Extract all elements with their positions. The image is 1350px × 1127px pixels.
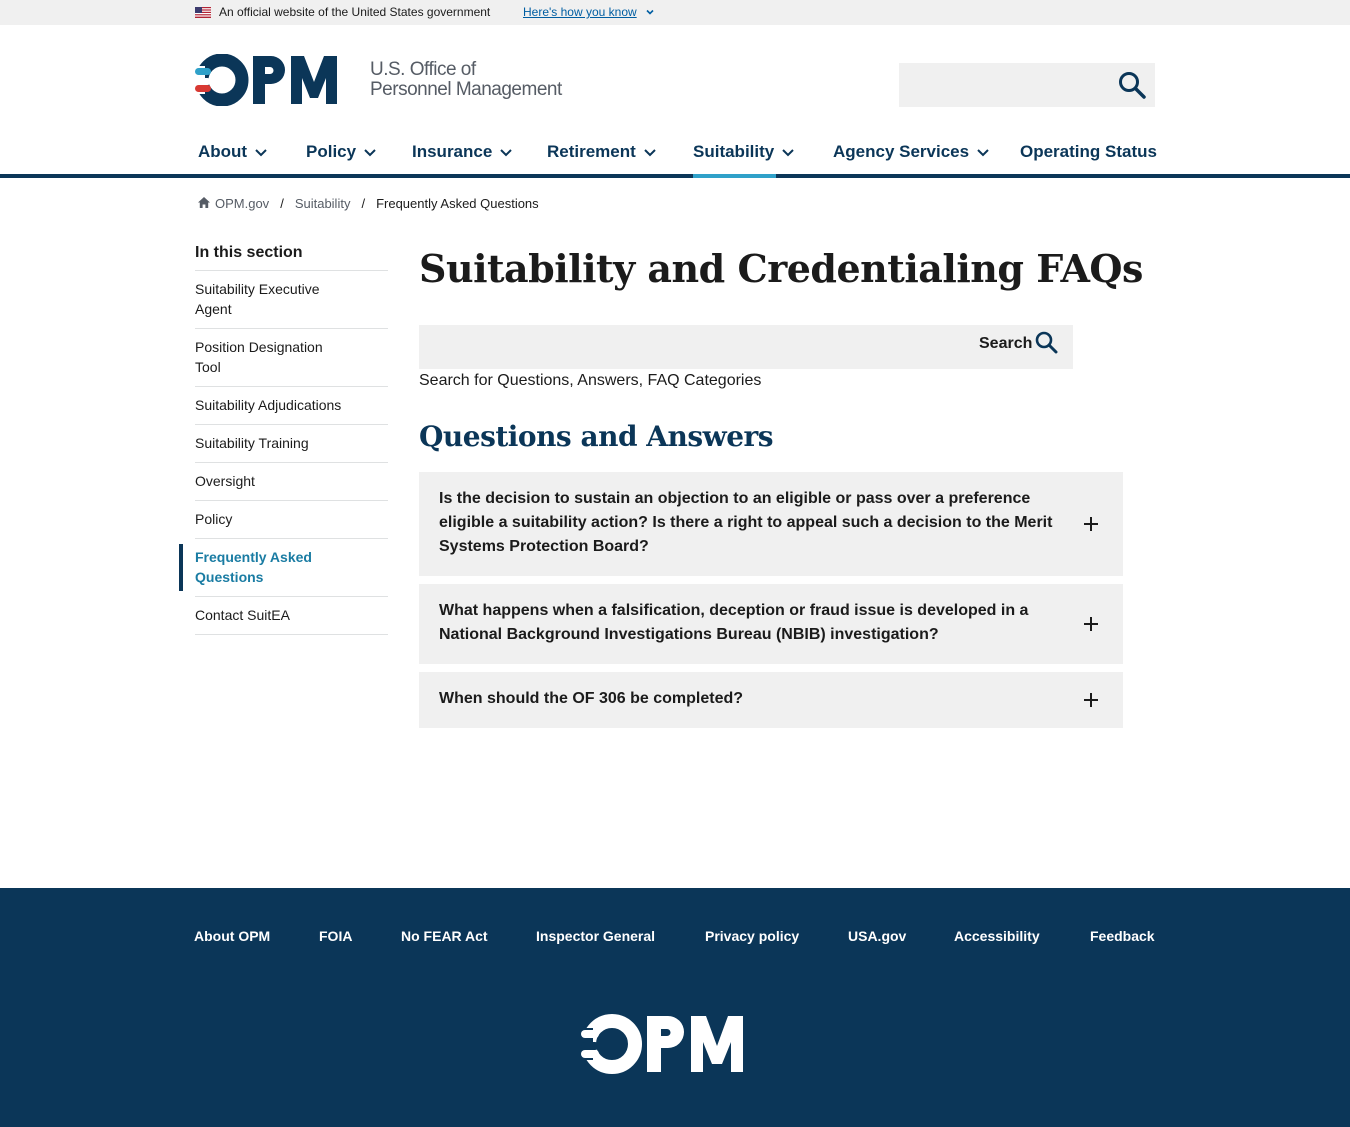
us-flag-icon (195, 7, 211, 18)
search-icon[interactable] (1117, 70, 1147, 100)
nav-item-retirement[interactable]: Retirement (547, 142, 656, 178)
search-icon (1036, 331, 1058, 354)
footer-link-usagov[interactable]: USA.gov (848, 928, 906, 944)
sidenav-item-faq[interactable]: Frequently Asked Questions (179, 539, 388, 597)
nav-item-label: Policy (306, 142, 357, 161)
sidenav-item-adjudications[interactable]: Suitability Adjudications (195, 387, 388, 425)
main-nav: About Policy Insurance Retirement Suitab… (0, 128, 1350, 178)
faq-search-button[interactable]: Search (979, 331, 1058, 354)
sidenav-item-executive-agent[interactable]: Suitability Executive Agent (195, 271, 388, 329)
sidenav-item-oversight[interactable]: Oversight (195, 463, 388, 501)
breadcrumb-separator: / (280, 196, 284, 211)
faq-search-hint: Search for Questions, Answers, FAQ Categ… (419, 372, 762, 389)
faq-question: When should the OF 306 be completed? (439, 690, 744, 707)
footer-link-no-fear[interactable]: No FEAR Act (401, 928, 488, 944)
opm-footer-logo[interactable] (581, 1014, 763, 1074)
nav-item-suitability[interactable]: Suitability (693, 142, 794, 178)
opm-logo[interactable] (195, 54, 355, 106)
footer-link-accessibility[interactable]: Accessibility (954, 928, 1040, 944)
nav-item-insurance[interactable]: Insurance (412, 142, 513, 178)
faq-accordion-item[interactable]: What happens when a falsification, decep… (419, 584, 1123, 664)
nav-item-label: Retirement (547, 142, 636, 161)
chevron-down-icon (644, 148, 656, 156)
home-icon (198, 197, 210, 208)
page-title: Suitability and Credentialing FAQs (419, 246, 1143, 291)
logo-line-2: Personnel Management (370, 79, 562, 100)
nav-item-label: Agency Services (833, 142, 970, 161)
chevron-down-icon (255, 148, 267, 156)
faq-question: Is the decision to sustain an objection … (439, 490, 1053, 555)
nav-item-operating-status[interactable]: Operating Status (1020, 142, 1157, 178)
footer-link-about[interactable]: About OPM (194, 928, 270, 944)
breadcrumb-home-link[interactable]: OPM.gov (215, 196, 269, 211)
official-website-text: An official website of the United States… (219, 5, 491, 19)
chevron-down-icon (500, 148, 513, 156)
faq-search-input[interactable] (419, 325, 1073, 369)
faq-question: What happens when a falsification, decep… (439, 602, 1029, 643)
footer: About OPM FOIA No FEAR Act Inspector Gen… (0, 888, 1350, 1127)
breadcrumb-suitability-link[interactable]: Suitability (295, 196, 351, 211)
faq-search-label: Search (979, 335, 1033, 353)
plus-icon[interactable] (1083, 516, 1099, 532)
footer-link-inspector-general[interactable]: Inspector General (536, 928, 655, 944)
sidenav-item-contact[interactable]: Contact SuitEA (195, 597, 388, 635)
nav-item-label: Suitability (693, 142, 775, 161)
breadcrumb-separator: / (361, 196, 366, 211)
plus-icon[interactable] (1083, 616, 1099, 632)
plus-icon[interactable] (1083, 692, 1099, 708)
chevron-down-icon[interactable] (645, 7, 655, 17)
footer-link-privacy[interactable]: Privacy policy (705, 928, 799, 944)
qa-heading: Questions and Answers (419, 420, 774, 453)
chevron-down-icon (364, 148, 376, 156)
nav-item-label: Insurance (412, 142, 493, 161)
chevron-down-icon (782, 148, 794, 156)
sidenav-item-training[interactable]: Suitability Training (195, 425, 388, 463)
nav-item-about[interactable]: About (198, 142, 267, 178)
chevron-down-icon (977, 148, 989, 156)
nav-item-policy[interactable]: Policy (306, 142, 376, 178)
breadcrumb-current: Frequently Asked Questions (376, 196, 539, 211)
footer-link-feedback[interactable]: Feedback (1090, 928, 1155, 944)
nav-active-indicator (693, 174, 776, 178)
breadcrumb: OPM.gov / Suitability / Frequently Asked Que… (197, 196, 539, 211)
sidenav-item-position-designation[interactable]: Position Designation Tool (195, 329, 388, 387)
faq-accordion-item[interactable]: Is the decision to sustain an objection … (419, 472, 1123, 576)
sidenav: Suitability Executive Agent Position Des… (179, 270, 388, 635)
logo-wordmark: U.S. Office of Personnel Management (370, 60, 562, 100)
nav-divider (0, 174, 1350, 178)
how-you-know-link[interactable]: Here's how you know (523, 5, 637, 19)
nav-item-label: Operating Status (1020, 142, 1157, 161)
nav-item-agency-services[interactable]: Agency Services (833, 142, 989, 178)
sidenav-title: In this section (195, 244, 303, 261)
footer-link-foia[interactable]: FOIA (319, 928, 352, 944)
faq-accordion-item[interactable]: When should the OF 306 be completed? (419, 672, 1123, 728)
gov-banner: An official website of the United States… (0, 0, 1350, 25)
sidenav-item-policy[interactable]: Policy (195, 501, 388, 539)
logo-line-1: U.S. Office of (370, 59, 476, 80)
nav-item-label: About (198, 142, 248, 161)
